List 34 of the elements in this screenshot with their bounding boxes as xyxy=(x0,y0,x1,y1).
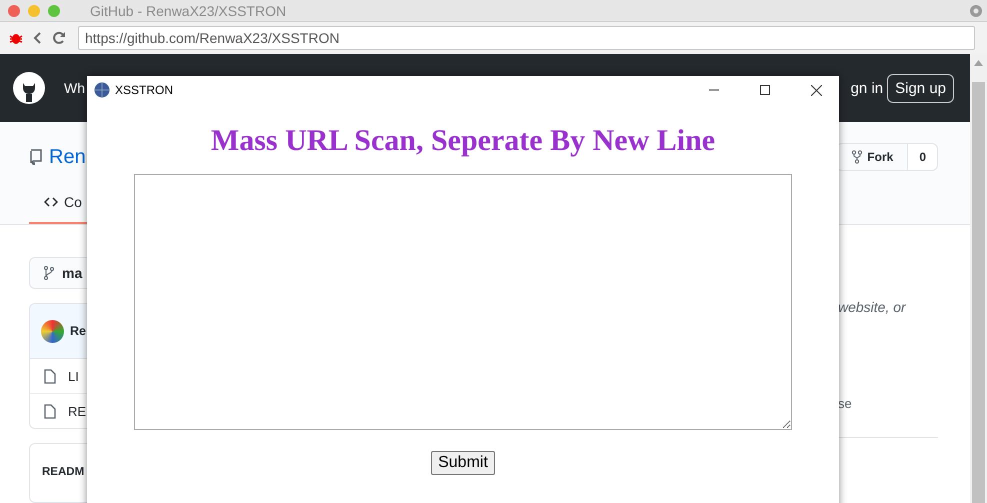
scrollbar-thumb[interactable] xyxy=(972,82,985,503)
branch-button[interactable]: ma xyxy=(29,257,87,289)
url-list-field[interactable] xyxy=(134,174,792,430)
app-title: XSSTRON xyxy=(115,83,174,97)
close-light-icon[interactable] xyxy=(8,4,20,16)
reload-icon[interactable] xyxy=(52,31,66,45)
scan-heading: Mass URL Scan, Seperate By New Line xyxy=(210,124,716,158)
file-name[interactable]: LI xyxy=(68,368,79,384)
file-icon xyxy=(44,368,56,384)
window-title: GitHub - RenwaX23/XSSTRON xyxy=(90,2,288,18)
minimize-light-icon[interactable] xyxy=(28,4,40,16)
submit-button[interactable]: Submit xyxy=(431,451,495,475)
sign-up-button[interactable]: Sign up xyxy=(887,74,954,102)
repo-name-link[interactable]: Ren xyxy=(49,146,86,168)
zoom-light-icon[interactable] xyxy=(48,4,60,16)
about-line: se xyxy=(838,396,852,411)
maximize-icon xyxy=(760,85,770,95)
file-name[interactable]: RE xyxy=(68,404,86,418)
fork-count: 0 xyxy=(908,144,937,170)
about-text: website, or xyxy=(838,299,907,315)
branch-icon xyxy=(44,266,54,280)
avatar-icon xyxy=(41,320,64,342)
close-icon xyxy=(810,84,822,96)
repo-icon xyxy=(29,149,43,165)
fork-icon xyxy=(851,150,864,164)
file-icon xyxy=(44,404,56,418)
nav-text[interactable]: Wh xyxy=(64,80,85,96)
sign-in-link[interactable]: gn in xyxy=(850,80,884,96)
globe-icon xyxy=(94,82,110,98)
commit-author[interactable]: Re xyxy=(70,324,86,338)
code-icon xyxy=(44,197,58,207)
readme-title: READM xyxy=(42,466,84,478)
scroll-up-icon[interactable] xyxy=(974,60,983,66)
url-field[interactable]: https://github.com/RenwaX23/XSSTRON xyxy=(78,26,975,50)
